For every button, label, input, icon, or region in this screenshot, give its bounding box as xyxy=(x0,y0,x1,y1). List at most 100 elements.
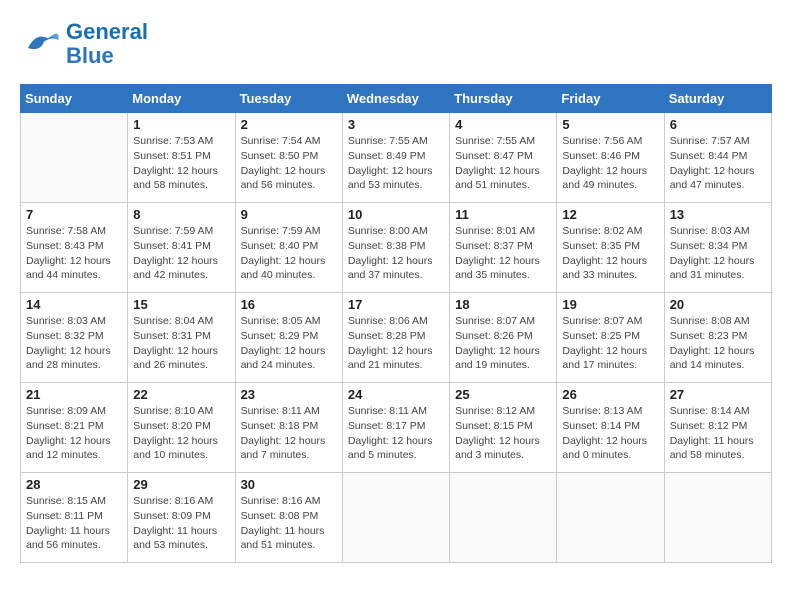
day-number: 15 xyxy=(133,297,229,312)
day-number: 5 xyxy=(562,117,658,132)
day-info: Sunrise: 8:04 AM Sunset: 8:31 PM Dayligh… xyxy=(133,314,229,373)
logo-text: General Blue xyxy=(66,20,148,68)
day-number: 13 xyxy=(670,207,766,222)
weekday-header: Sunday xyxy=(21,85,128,113)
day-number: 8 xyxy=(133,207,229,222)
day-number: 17 xyxy=(348,297,444,312)
day-info: Sunrise: 8:02 AM Sunset: 8:35 PM Dayligh… xyxy=(562,224,658,283)
day-number: 19 xyxy=(562,297,658,312)
day-number: 30 xyxy=(241,477,337,492)
calendar-cell: 22 Sunrise: 8:10 AM Sunset: 8:20 PM Dayli… xyxy=(128,383,235,473)
calendar-header: SundayMondayTuesdayWednesdayThursdayFrid… xyxy=(21,85,772,113)
day-number: 7 xyxy=(26,207,122,222)
calendar-cell: 21 Sunrise: 8:09 AM Sunset: 8:21 PM Dayli… xyxy=(21,383,128,473)
day-number: 14 xyxy=(26,297,122,312)
calendar-week-row: 1 Sunrise: 7:53 AM Sunset: 8:51 PM Daylig… xyxy=(21,113,772,203)
calendar-table: SundayMondayTuesdayWednesdayThursdayFrid… xyxy=(20,84,772,563)
calendar-cell xyxy=(342,473,449,563)
calendar-cell: 4 Sunrise: 7:55 AM Sunset: 8:47 PM Daylig… xyxy=(450,113,557,203)
day-number: 12 xyxy=(562,207,658,222)
logo: General Blue xyxy=(20,20,148,68)
weekday-header: Tuesday xyxy=(235,85,342,113)
day-number: 26 xyxy=(562,387,658,402)
day-info: Sunrise: 8:07 AM Sunset: 8:26 PM Dayligh… xyxy=(455,314,551,373)
day-number: 24 xyxy=(348,387,444,402)
day-info: Sunrise: 7:55 AM Sunset: 8:49 PM Dayligh… xyxy=(348,134,444,193)
calendar-cell: 30 Sunrise: 8:16 AM Sunset: 8:08 PM Dayli… xyxy=(235,473,342,563)
day-info: Sunrise: 8:09 AM Sunset: 8:21 PM Dayligh… xyxy=(26,404,122,463)
day-number: 9 xyxy=(241,207,337,222)
calendar-cell xyxy=(664,473,771,563)
day-info: Sunrise: 8:12 AM Sunset: 8:15 PM Dayligh… xyxy=(455,404,551,463)
day-number: 27 xyxy=(670,387,766,402)
calendar-cell: 8 Sunrise: 7:59 AM Sunset: 8:41 PM Daylig… xyxy=(128,203,235,293)
day-info: Sunrise: 8:11 AM Sunset: 8:17 PM Dayligh… xyxy=(348,404,444,463)
day-info: Sunrise: 7:54 AM Sunset: 8:50 PM Dayligh… xyxy=(241,134,337,193)
calendar-week-row: 28 Sunrise: 8:15 AM Sunset: 8:11 PM Dayli… xyxy=(21,473,772,563)
calendar-cell: 20 Sunrise: 8:08 AM Sunset: 8:23 PM Dayli… xyxy=(664,293,771,383)
day-info: Sunrise: 7:59 AM Sunset: 8:41 PM Dayligh… xyxy=(133,224,229,283)
day-number: 3 xyxy=(348,117,444,132)
day-info: Sunrise: 8:10 AM Sunset: 8:20 PM Dayligh… xyxy=(133,404,229,463)
day-number: 25 xyxy=(455,387,551,402)
calendar-cell xyxy=(21,113,128,203)
day-info: Sunrise: 8:16 AM Sunset: 8:09 PM Dayligh… xyxy=(133,494,229,553)
day-info: Sunrise: 8:11 AM Sunset: 8:18 PM Dayligh… xyxy=(241,404,337,463)
calendar-cell: 29 Sunrise: 8:16 AM Sunset: 8:09 PM Dayli… xyxy=(128,473,235,563)
calendar-cell xyxy=(450,473,557,563)
day-number: 10 xyxy=(348,207,444,222)
day-info: Sunrise: 8:06 AM Sunset: 8:28 PM Dayligh… xyxy=(348,314,444,373)
day-info: Sunrise: 7:57 AM Sunset: 8:44 PM Dayligh… xyxy=(670,134,766,193)
day-info: Sunrise: 8:14 AM Sunset: 8:12 PM Dayligh… xyxy=(670,404,766,463)
day-info: Sunrise: 8:16 AM Sunset: 8:08 PM Dayligh… xyxy=(241,494,337,553)
day-number: 29 xyxy=(133,477,229,492)
calendar-cell: 24 Sunrise: 8:11 AM Sunset: 8:17 PM Dayli… xyxy=(342,383,449,473)
calendar-cell: 15 Sunrise: 8:04 AM Sunset: 8:31 PM Dayli… xyxy=(128,293,235,383)
calendar-cell: 27 Sunrise: 8:14 AM Sunset: 8:12 PM Dayli… xyxy=(664,383,771,473)
calendar-week-row: 21 Sunrise: 8:09 AM Sunset: 8:21 PM Dayli… xyxy=(21,383,772,473)
calendar-cell: 9Sunrise: 7:59 AM Sunset: 8:40 PM Daylig… xyxy=(235,203,342,293)
calendar-cell: 25 Sunrise: 8:12 AM Sunset: 8:15 PM Dayli… xyxy=(450,383,557,473)
calendar-cell: 10 Sunrise: 8:00 AM Sunset: 8:38 PM Dayli… xyxy=(342,203,449,293)
day-info: Sunrise: 8:13 AM Sunset: 8:14 PM Dayligh… xyxy=(562,404,658,463)
calendar-cell: 18 Sunrise: 8:07 AM Sunset: 8:26 PM Dayli… xyxy=(450,293,557,383)
calendar-cell: 13Sunrise: 8:03 AM Sunset: 8:34 PM Dayli… xyxy=(664,203,771,293)
calendar-cell: 1 Sunrise: 7:53 AM Sunset: 8:51 PM Daylig… xyxy=(128,113,235,203)
day-number: 16 xyxy=(241,297,337,312)
day-number: 21 xyxy=(26,387,122,402)
day-info: Sunrise: 7:53 AM Sunset: 8:51 PM Dayligh… xyxy=(133,134,229,193)
weekday-header: Wednesday xyxy=(342,85,449,113)
calendar-cell: 23Sunrise: 8:11 AM Sunset: 8:18 PM Dayli… xyxy=(235,383,342,473)
day-info: Sunrise: 8:05 AM Sunset: 8:29 PM Dayligh… xyxy=(241,314,337,373)
calendar-week-row: 14Sunrise: 8:03 AM Sunset: 8:32 PM Dayli… xyxy=(21,293,772,383)
day-info: Sunrise: 7:58 AM Sunset: 8:43 PM Dayligh… xyxy=(26,224,122,283)
day-number: 18 xyxy=(455,297,551,312)
calendar-cell: 16 Sunrise: 8:05 AM Sunset: 8:29 PM Dayli… xyxy=(235,293,342,383)
day-number: 22 xyxy=(133,387,229,402)
page-header: General Blue xyxy=(20,20,772,68)
calendar-cell: 12 Sunrise: 8:02 AM Sunset: 8:35 PM Dayli… xyxy=(557,203,664,293)
day-number: 20 xyxy=(670,297,766,312)
day-number: 28 xyxy=(26,477,122,492)
day-info: Sunrise: 7:56 AM Sunset: 8:46 PM Dayligh… xyxy=(562,134,658,193)
day-number: 1 xyxy=(133,117,229,132)
calendar-cell: 14Sunrise: 8:03 AM Sunset: 8:32 PM Dayli… xyxy=(21,293,128,383)
day-info: Sunrise: 7:55 AM Sunset: 8:47 PM Dayligh… xyxy=(455,134,551,193)
day-number: 2 xyxy=(241,117,337,132)
day-info: Sunrise: 8:07 AM Sunset: 8:25 PM Dayligh… xyxy=(562,314,658,373)
calendar-cell: 5 Sunrise: 7:56 AM Sunset: 8:46 PM Daylig… xyxy=(557,113,664,203)
logo-icon xyxy=(20,24,60,64)
day-number: 11 xyxy=(455,207,551,222)
weekday-header: Thursday xyxy=(450,85,557,113)
calendar-cell: 2 Sunrise: 7:54 AM Sunset: 8:50 PM Daylig… xyxy=(235,113,342,203)
weekday-header: Monday xyxy=(128,85,235,113)
calendar-cell: 6Sunrise: 7:57 AM Sunset: 8:44 PM Daylig… xyxy=(664,113,771,203)
day-info: Sunrise: 8:15 AM Sunset: 8:11 PM Dayligh… xyxy=(26,494,122,553)
calendar-cell: 7 Sunrise: 7:58 AM Sunset: 8:43 PM Daylig… xyxy=(21,203,128,293)
day-info: Sunrise: 8:08 AM Sunset: 8:23 PM Dayligh… xyxy=(670,314,766,373)
day-number: 4 xyxy=(455,117,551,132)
day-info: Sunrise: 8:01 AM Sunset: 8:37 PM Dayligh… xyxy=(455,224,551,283)
day-info: Sunrise: 8:00 AM Sunset: 8:38 PM Dayligh… xyxy=(348,224,444,283)
calendar-cell xyxy=(557,473,664,563)
calendar-week-row: 7 Sunrise: 7:58 AM Sunset: 8:43 PM Daylig… xyxy=(21,203,772,293)
